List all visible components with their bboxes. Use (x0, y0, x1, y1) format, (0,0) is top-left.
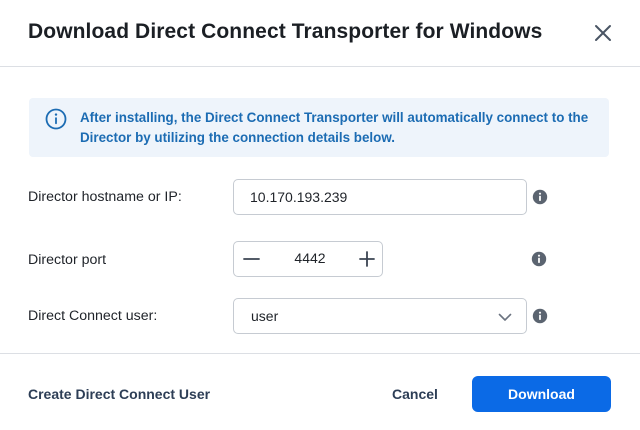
hostname-label: Director hostname or IP: (28, 189, 182, 205)
user-select-value: user (251, 308, 279, 324)
create-user-link[interactable]: Create Direct Connect User (28, 386, 210, 402)
dialog-title: Download Direct Connect Transporter for … (28, 20, 543, 43)
hostname-info-icon[interactable] (532, 189, 548, 205)
dialog-header: Download Direct Connect Transporter for … (0, 0, 640, 67)
plus-icon (359, 251, 375, 267)
port-label: Director port (28, 252, 107, 268)
info-icon (45, 108, 67, 130)
cancel-button[interactable]: Cancel (375, 376, 455, 412)
user-info-icon[interactable] (532, 308, 548, 324)
chevron-down-icon (498, 313, 512, 321)
close-button[interactable] (590, 20, 616, 46)
info-banner-text: After installing, the Direct Connect Tra… (80, 110, 589, 145)
download-dialog: Download Direct Connect Transporter for … (0, 0, 640, 430)
user-select[interactable]: user (233, 298, 527, 334)
download-button[interactable]: Download (472, 376, 611, 412)
port-info-icon[interactable] (531, 251, 547, 267)
info-banner: After installing, the Direct Connect Tra… (29, 98, 609, 157)
hostname-input[interactable] (233, 179, 527, 215)
port-value[interactable]: 4442 (274, 250, 346, 266)
port-decrement-button[interactable] (235, 242, 269, 276)
close-icon (595, 25, 611, 41)
minus-icon (243, 258, 260, 260)
port-increment-button[interactable] (350, 242, 384, 276)
dialog-footer: Create Direct Connect User Cancel Downlo… (0, 353, 640, 430)
port-stepper: 4442 (233, 241, 383, 277)
user-label: Direct Connect user: (28, 308, 158, 324)
